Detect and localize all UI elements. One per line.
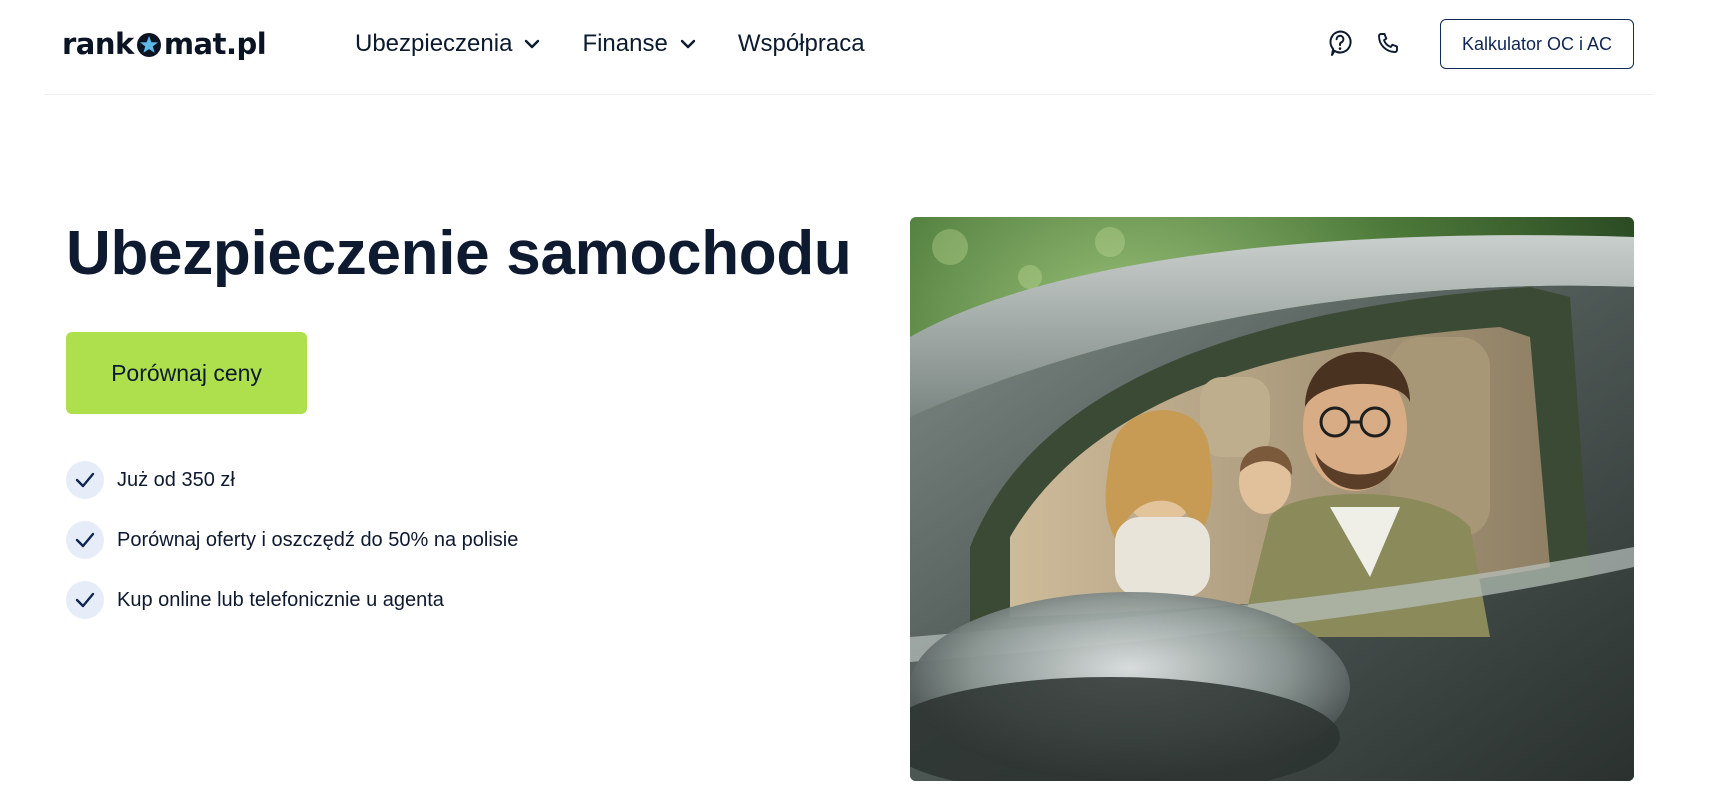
benefit-item: Kup online lub telefonicznie u agenta [66,580,518,620]
chevron-down-icon [680,39,696,49]
star-icon [135,31,163,59]
phone-icon[interactable] [1373,28,1403,58]
benefit-text: Już od 350 zł [117,468,235,491]
nav-item-label: Współpraca [737,30,865,57]
main-nav: Ubezpieczenia Finanse Współpraca [355,26,865,62]
benefit-text: Kup online lub telefonicznie u agenta [117,588,444,611]
check-icon [66,461,104,499]
site-header: rank mat.pl Ubezpieczenia Finanse Współp… [0,0,1732,95]
nav-item-finanse[interactable]: Finanse [582,30,697,58]
check-icon [66,521,104,559]
nav-item-ubezpieczenia[interactable]: Ubezpieczenia [355,30,542,58]
compare-prices-button[interactable]: Porównaj ceny [66,332,307,414]
nav-item-label: Finanse [582,30,668,57]
benefits-list: Już od 350 zł Porównaj oferty i oszczędź… [66,460,518,640]
benefit-item: Porównaj oferty i oszczędź do 50% na pol… [66,520,518,560]
benefit-item: Już od 350 zł [66,460,518,500]
page-title: Ubezpieczenie samochodu [66,219,852,288]
benefit-text: Porównaj oferty i oszczędź do 50% na pol… [117,528,519,551]
help-circle-icon[interactable] [1325,28,1355,58]
check-icon [66,581,104,619]
header-divider [44,94,1654,95]
hero-photo [910,217,1634,781]
nav-item-label: Ubezpieczenia [355,30,513,57]
logo-text-suffix: mat.pl [163,27,267,61]
calculator-button[interactable]: Kalkulator OC i AC [1440,19,1634,69]
logo-text-prefix: rank [62,27,134,61]
logo[interactable]: rank mat.pl [62,24,267,64]
nav-item-wspolpraca[interactable]: Współpraca [738,30,865,58]
chevron-down-icon [525,39,540,49]
